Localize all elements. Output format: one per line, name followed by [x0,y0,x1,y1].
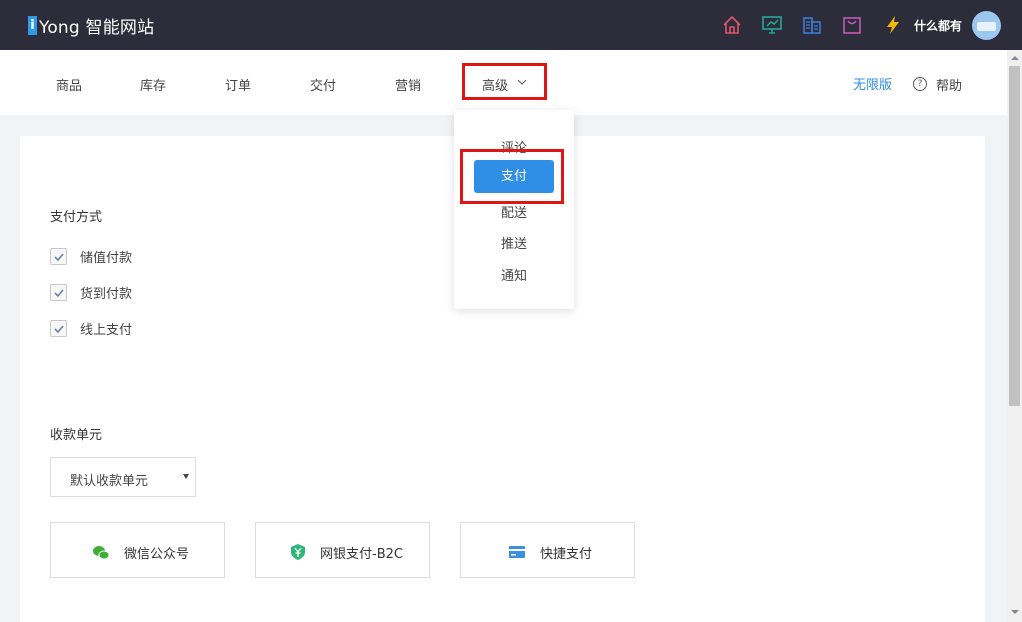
channel-label: 网银支付-B2C [320,547,403,562]
channel-label: 快捷支付 [540,547,593,562]
checkbox[interactable] [50,247,67,265]
logo-text: Yong 智能网站 [39,17,155,38]
collection-unit-select[interactable]: 默认收款单元 [50,457,196,497]
help-link[interactable]: 帮助 [936,75,962,94]
checkbox[interactable] [50,319,67,337]
top-bar: i Yong 智能网站 什么都有 [0,0,1022,50]
payment-methods-title: 支付方式 [50,210,103,225]
select-value: 默认收款单元 [70,474,149,489]
scroll-up-icon[interactable] [1011,56,1019,60]
payment-option-label: 储值付款 [80,250,133,266]
building-icon[interactable] [801,14,823,36]
check-icon [54,324,64,333]
scroll-down-icon[interactable] [1011,610,1019,614]
menu-item-push[interactable]: 推送 [454,233,574,252]
logo-mark: i [28,15,37,35]
payment-option[interactable]: 储值付款 [50,247,133,266]
logo[interactable]: i Yong 智能网站 [28,13,155,38]
channel-bank-b2c[interactable]: 网银支付-B2C [255,522,430,578]
plan-link[interactable]: 无限版 [853,74,892,93]
scrollbar[interactable] [1007,50,1022,622]
collection-unit-title: 收款单元 [50,428,103,443]
nav-advanced-label: 高级 [482,79,509,94]
home-icon[interactable] [721,14,743,36]
channel-quick-pay[interactable]: 快捷支付 [460,522,635,578]
card-icon [509,546,525,558]
dropdown-arrow-icon [183,474,189,479]
nav-item-advanced[interactable]: 高级 [462,63,547,100]
wechat-icon [93,546,110,560]
nav-item-inventory[interactable]: 库存 [140,75,166,94]
nav-item-orders[interactable]: 订单 [225,75,251,94]
nav-item-delivery[interactable]: 交付 [310,75,336,94]
menu-item-shipping[interactable]: 配送 [454,202,574,221]
bag-icon[interactable] [841,14,863,36]
nav-bar: 商品 库存 订单 交付 营销 高级 无限版 ? 帮助 [0,50,1007,115]
checkbox[interactable] [50,283,67,301]
payment-option-label: 货到付款 [80,286,133,302]
monitor-icon[interactable] [761,14,783,36]
check-icon [54,252,64,261]
menu-item-notify[interactable]: 通知 [454,265,574,284]
user-name[interactable]: 什么都有 [914,17,962,34]
scroll-thumb[interactable] [1009,66,1020,406]
payment-option[interactable]: 线上支付 [50,319,133,338]
nav-item-products[interactable]: 商品 [56,75,82,94]
payment-option[interactable]: 货到付款 [50,283,133,302]
lightning-icon[interactable] [882,14,904,36]
avatar[interactable] [972,11,1001,40]
menu-item-payment[interactable]: 支付 [474,160,554,193]
check-icon [54,288,64,297]
nav-item-marketing[interactable]: 营销 [395,75,421,94]
shield-yen-icon [291,544,305,560]
channel-wechat[interactable]: 微信公众号 [50,522,225,578]
channel-label: 微信公众号 [124,547,190,562]
advanced-dropdown-menu: 评论 配送 推送 通知 [454,110,574,309]
help-icon[interactable]: ? [913,77,927,91]
chevron-down-icon [517,79,527,85]
payment-option-label: 线上支付 [80,322,133,338]
